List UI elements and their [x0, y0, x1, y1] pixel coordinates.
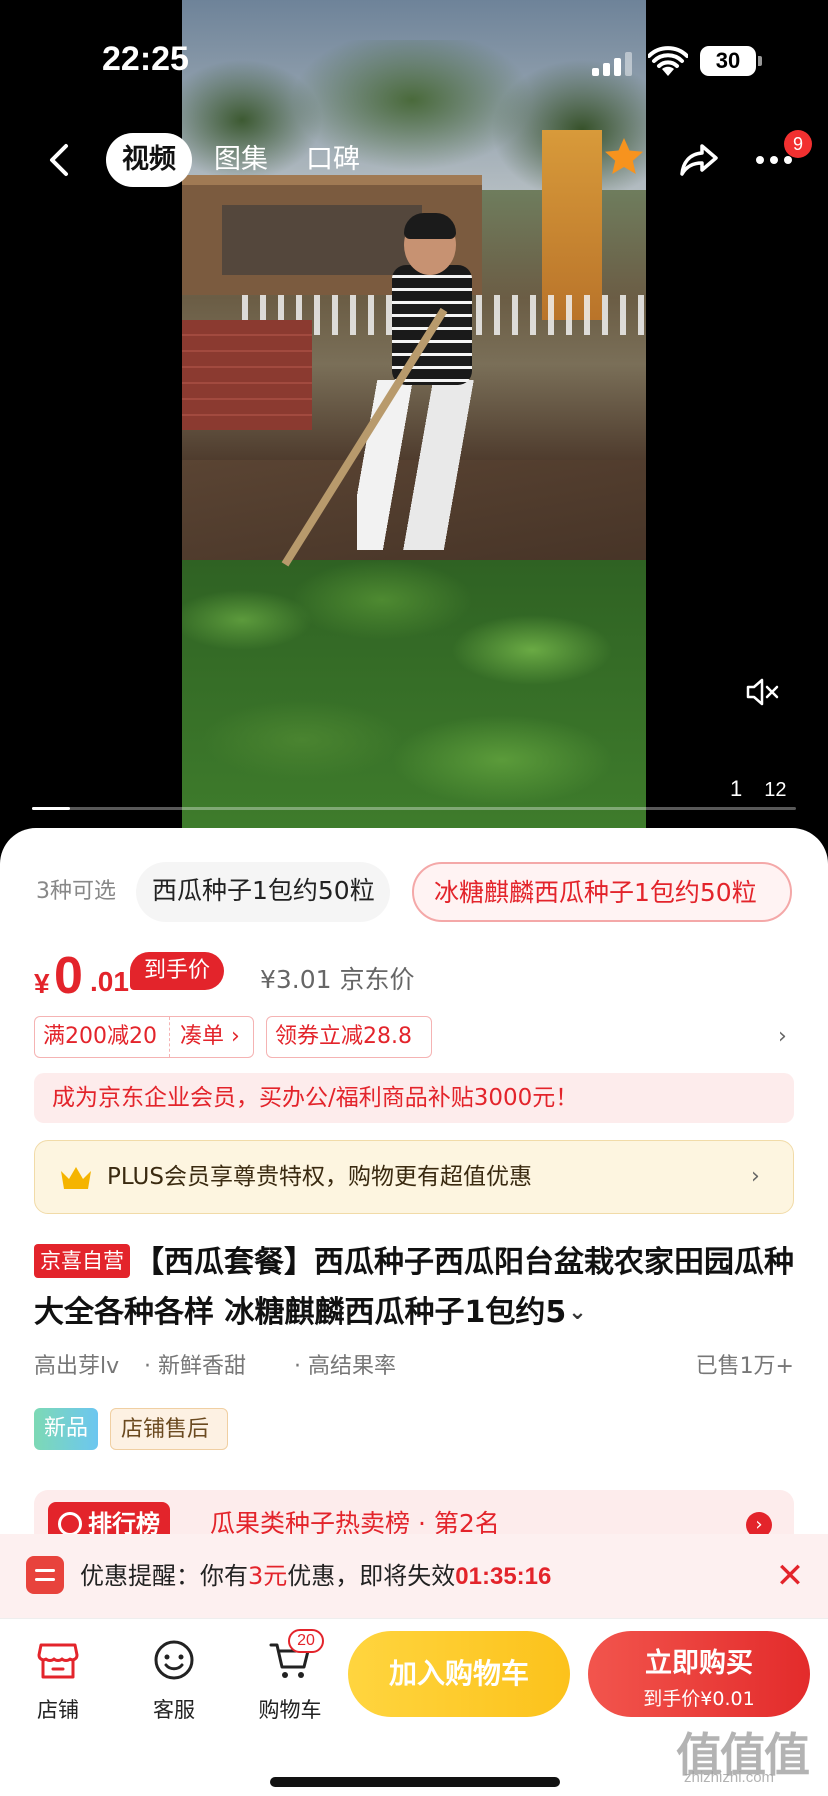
service-label: 客服	[153, 1698, 195, 1722]
variant-option-selected[interactable]: 冰糖麒麟西瓜种子1包约50粒	[412, 862, 792, 922]
variant-option[interactable]: 西瓜种子1包约50粒	[136, 862, 390, 922]
battery-indicator: 30	[700, 46, 762, 76]
tab-video[interactable]: 视频	[106, 133, 192, 187]
enterprise-member-banner[interactable]: 成为京东企业会员，买办公/福利商品补贴3000元！	[34, 1073, 794, 1123]
reference-price: ¥3.01 京东价	[260, 965, 415, 994]
countdown-timer: 01:35:16	[455, 1563, 552, 1590]
price-currency: ¥	[34, 968, 50, 999]
store-icon	[37, 1643, 79, 1679]
tab-gallery[interactable]: 图集	[198, 133, 284, 187]
full-reduction-label: 满200减20	[43, 1024, 157, 1049]
cart-label: 购物车	[258, 1698, 322, 1722]
page-current: 1	[730, 776, 743, 801]
buy-now-label: 立即购买	[645, 1648, 753, 1679]
product-video[interactable]	[182, 0, 646, 828]
status-time: 22:25	[102, 40, 189, 78]
medal-icon	[58, 1512, 82, 1536]
reminder-amount: 3元	[248, 1562, 288, 1590]
bottom-action-bar: 店铺 客服 购物车 20 加入购物车 立即购买 到手价¥0.01 值值值 zhi…	[0, 1618, 828, 1796]
media-page-indicator: 1 12	[730, 776, 787, 802]
buy-now-price: 到手价¥0.01	[643, 1688, 755, 1710]
notification-badge: 9	[784, 130, 812, 158]
video-progress-bar[interactable]	[32, 807, 796, 810]
signal-icon	[592, 52, 636, 76]
add-to-cart-button[interactable]: 加入购物车	[348, 1631, 570, 1717]
crown-icon	[61, 1167, 91, 1189]
promotion-row[interactable]: 满200减20 凑单 › 领券立减28.8 ›	[34, 1016, 794, 1060]
coupon-promo[interactable]: 领券立减28.8	[266, 1016, 432, 1058]
product-title-text: 【西瓜套餐】西瓜种子西瓜阳台盆栽农家田园瓜种大全各种各样 冰糖麒麟西瓜种子1包约…	[34, 1245, 794, 1330]
share-icon[interactable]	[676, 136, 724, 184]
price-decimal: .01	[90, 966, 129, 997]
sold-count: 已售1万+	[695, 1354, 794, 1379]
wifi-icon	[648, 46, 688, 76]
plus-member-banner[interactable]: PLUS会员享尊贵特权，购物更有超值优惠 ›	[34, 1140, 794, 1214]
video-progress-fill	[32, 807, 71, 810]
final-price-tag: 到手价	[130, 952, 225, 990]
chevron-down-icon[interactable]: ⌄	[568, 1288, 586, 1338]
after-sale-tag: 店铺售后	[110, 1408, 228, 1450]
feature-item: · 新鲜香甜	[144, 1354, 246, 1379]
chevron-right-icon[interactable]: ›	[778, 1016, 787, 1058]
close-icon[interactable]: ✕	[770, 1556, 810, 1596]
mute-icon[interactable]	[732, 662, 792, 722]
buy-now-button[interactable]: 立即购买 到手价¥0.01	[588, 1631, 810, 1717]
self-operated-badge: 京喜自营	[34, 1244, 130, 1278]
media-tabs: 视频 图集 口碑	[106, 132, 382, 188]
home-indicator	[270, 1777, 560, 1787]
feature-item: · 高结果率	[294, 1354, 396, 1379]
status-bar: 22:25 30	[0, 0, 828, 120]
service-icon	[154, 1640, 194, 1680]
variant-count[interactable]: 3种可选	[36, 862, 116, 922]
discount-reminder-bar[interactable]: 优惠提醒：你有3元优惠，即将失效01:35:16 ✕	[0, 1534, 828, 1618]
reminder-middle: 优惠，即将失效	[287, 1562, 456, 1590]
watermark-url: zhizhizhi.com	[684, 1769, 775, 1786]
reminder-text: 优惠提醒：你有3元优惠，即将失效01:35:16	[80, 1534, 551, 1619]
back-icon[interactable]	[36, 136, 84, 184]
product-title[interactable]: 京喜自营 【西瓜套餐】西瓜种子西瓜阳台盆栽农家田园瓜种大全各种各样 冰糖麒麟西瓜种…	[34, 1238, 794, 1338]
store-button[interactable]: 店铺	[8, 1631, 108, 1722]
variant-selector: 3种可选 西瓜种子1包约50粒 冰糖麒麟西瓜种子1包约50粒	[0, 862, 828, 922]
price-row: ¥ 0 .01 到手价 ¥3.01 京东价	[34, 946, 794, 1006]
top-navigation: 视频 图集 口碑	[0, 128, 828, 192]
price-integer: 0	[54, 947, 83, 1005]
tab-reviews[interactable]: 口碑	[290, 133, 376, 187]
page-total: 12	[764, 779, 787, 801]
chevron-right-icon: ›	[751, 1164, 760, 1189]
new-product-tag: 新品	[34, 1408, 98, 1450]
reminder-prefix: 优惠提醒：你有	[80, 1562, 248, 1590]
customer-service-button[interactable]: 客服	[124, 1631, 224, 1722]
combine-order-link[interactable]: 凑单 ›	[169, 1017, 240, 1057]
product-features: 高出芽lv · 新鲜香甜 · 高结果率 已售1万+	[34, 1348, 794, 1384]
cart-count-badge: 20	[288, 1629, 324, 1653]
star-icon[interactable]	[600, 134, 648, 182]
feature-item: 高出芽lv	[34, 1354, 120, 1379]
store-label: 店铺	[37, 1698, 79, 1722]
product-media: 22:25 30 视频 图集 口碑 9 1 12	[0, 0, 828, 840]
plus-banner-text: PLUS会员享尊贵特权，购物更有超值优惠	[107, 1164, 532, 1190]
coupon-icon	[26, 1556, 64, 1594]
full-reduction-promo[interactable]: 满200减20 凑单 ›	[34, 1016, 254, 1058]
product-title-block: 京喜自营 【西瓜套餐】西瓜种子西瓜阳台盆栽农家田园瓜种大全各种各样 冰糖麒麟西瓜种…	[34, 1238, 794, 1338]
